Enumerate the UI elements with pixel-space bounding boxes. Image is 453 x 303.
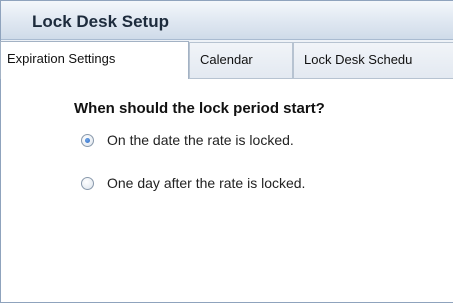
tab-calendar[interactable]: Calendar [189,42,293,78]
tab-strip: Expiration Settings Calendar Lock Desk S… [0,40,453,79]
option-label[interactable]: One day after the rate is locked. [107,175,305,191]
option-one-day-after[interactable]: One day after the rate is locked. [81,173,305,193]
tab-label: Lock Desk Schedu [304,52,413,67]
radio-button-selected[interactable] [81,133,94,147]
tab-expiration-settings[interactable]: Expiration Settings [0,41,189,79]
window-title: Lock Desk Setup [32,12,169,31]
tab-label: Expiration Settings [7,51,116,66]
option-label[interactable]: On the date the rate is locked. [107,132,294,148]
title-bar: Lock Desk Setup [1,1,453,40]
lock-period-question: When should the lock period start? [74,100,325,117]
tab-lock-desk-schedule[interactable]: Lock Desk Schedu [293,42,453,78]
tab-label: Calendar [200,52,253,67]
radio-button[interactable] [81,176,94,190]
option-on-lock-date[interactable]: On the date the rate is locked. [81,130,294,150]
lock-desk-setup-window: Lock Desk Setup Expiration Settings Cale… [0,0,453,303]
